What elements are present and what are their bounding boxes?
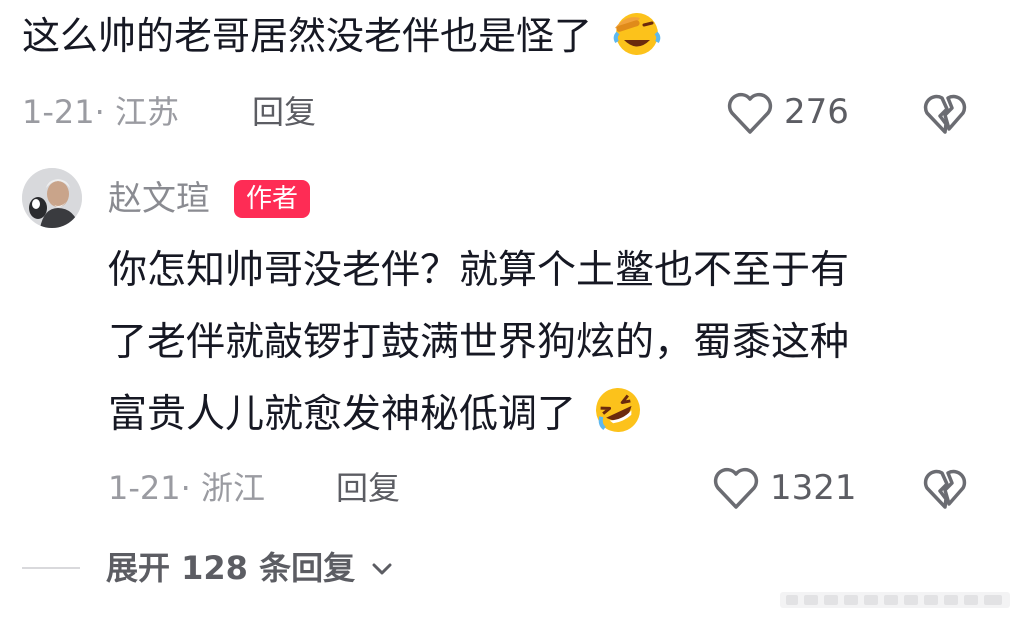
rolling-laughing-emoji-icon (592, 385, 644, 456)
comment-text: 这么帅的老哥居然没老伴也是怪了 (22, 8, 664, 72)
expand-replies-button[interactable]: 展开 128 条回复 (106, 546, 394, 590)
dislike-button[interactable] (920, 91, 970, 135)
heart-icon (713, 467, 759, 509)
divider (22, 567, 80, 569)
comment-text-line: 富贵人儿就愈发神秘低调了 (108, 382, 644, 456)
author-name[interactable]: 赵文瑄 (108, 176, 210, 222)
expand-replies-label: 展开 128 条回复 (106, 549, 356, 587)
reply-button[interactable]: 回复 (336, 468, 400, 508)
laughing-emoji-icon (610, 9, 664, 72)
like-button[interactable] (712, 466, 760, 510)
broken-heart-icon (923, 94, 967, 134)
broken-heart-icon (923, 469, 967, 509)
reply-button[interactable]: 回复 (252, 92, 316, 132)
comment-text-content: 这么帅的老哥居然没老伴也是怪了 (22, 14, 593, 58)
watermark (780, 592, 1010, 608)
dislike-button[interactable] (920, 466, 970, 510)
avatar[interactable] (22, 168, 82, 228)
heart-icon (727, 92, 773, 134)
comment-date-location: 1-21· 江苏 (22, 93, 179, 131)
like-count: 276 (784, 92, 849, 132)
comment-text-line-content: 富贵人儿就愈发神秘低调了 (108, 392, 577, 437)
like-button[interactable] (726, 91, 774, 135)
comment-text-line: 了老伴就敲锣打鼓满世界狗炫的，蜀黍这种 (108, 320, 850, 365)
author-badge: 作者 (234, 180, 311, 218)
comment-text-line: 你怎知帅哥没老伴？就算个土鳖也不至于有 (108, 248, 850, 293)
comment-date-location: 1-21· 浙江 (108, 469, 265, 507)
like-count: 1321 (770, 468, 857, 508)
chevron-down-icon (372, 563, 392, 575)
